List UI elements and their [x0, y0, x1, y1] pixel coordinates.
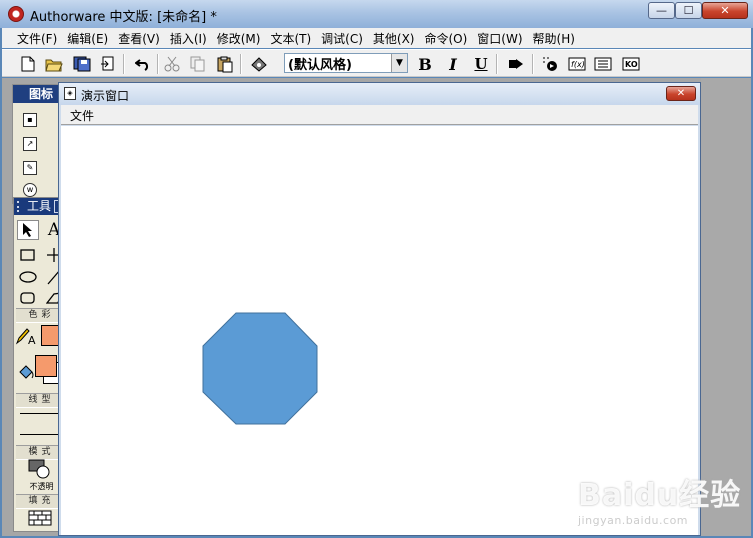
pencil-icon: A [15, 326, 37, 346]
svg-text:A: A [28, 334, 36, 345]
menu-other[interactable]: 其他(X) [368, 30, 420, 47]
menu-view[interactable]: 查看(V) [113, 30, 165, 47]
presentation-close-button[interactable]: ✕ [666, 86, 696, 101]
import-icon[interactable] [98, 54, 118, 74]
paint-bucket-icon [15, 363, 37, 383]
menu-file[interactable]: 文件(F) [12, 30, 62, 47]
menu-edit[interactable]: 编辑(E) [62, 30, 113, 47]
variables-icon[interactable] [593, 54, 613, 74]
octagon-shape[interactable] [202, 312, 318, 425]
ellipse-tool[interactable] [17, 267, 39, 287]
tools-panel-title: 工具 [27, 199, 52, 213]
menu-modify[interactable]: 修改(M) [212, 30, 266, 47]
rectangle-tool[interactable] [17, 245, 39, 265]
workspace-right-area [701, 78, 751, 536]
window-title: Authorware 中文版: [未命名] * [30, 10, 217, 25]
open-icon[interactable] [44, 54, 64, 74]
presentation-title: 演示窗口 [81, 89, 130, 103]
save-all-icon[interactable] [72, 54, 92, 74]
rounded-rectangle-tool[interactable] [17, 288, 39, 308]
svg-text:KO: KO [625, 60, 638, 69]
undo-icon[interactable] [133, 54, 153, 74]
run-icon[interactable] [506, 54, 526, 74]
control-panel-icon[interactable] [540, 54, 560, 74]
toolbar-separator [157, 54, 159, 74]
chevron-down-icon[interactable]: ▼ [391, 54, 407, 72]
menu-debug[interactable]: 调试(C) [316, 30, 368, 47]
opaque-mode-icon[interactable] [28, 459, 52, 479]
knowledge-objects-icon[interactable]: KO [621, 54, 641, 74]
erase-icon[interactable]: ✎ [23, 161, 37, 175]
line-style-current[interactable] [20, 434, 61, 435]
display-icon[interactable]: ▪ [23, 113, 37, 127]
svg-text:f(x): f(x) [571, 60, 585, 69]
toolbar: (默认风格) ▼ B I U f(x) KO [2, 49, 751, 77]
toolbar-separator [123, 54, 125, 74]
copy-icon[interactable] [188, 54, 208, 74]
menu-command[interactable]: 命令(O) [419, 30, 472, 47]
watermark-sub: jingyan.baidu.com [578, 514, 689, 527]
toolbar-separator [240, 54, 242, 74]
pointer-tool[interactable] [17, 220, 39, 240]
authorware-logo-icon [8, 6, 24, 22]
menu-text[interactable]: 文本(T) [265, 30, 316, 47]
menu-window[interactable]: 窗口(W) [472, 30, 527, 47]
icon-palette-title[interactable]: 图标 [13, 85, 59, 103]
presentation-menubar: 文件 [61, 105, 698, 125]
menu-bar: 文件(F) 编辑(E) 查看(V) 插入(I) 修改(M) 文本(T) 调试(C… [2, 28, 751, 48]
style-select-value: (默认风格) [288, 57, 352, 73]
underline-button[interactable]: U [471, 54, 491, 74]
menu-help[interactable]: 帮助(H) [528, 30, 580, 47]
presentation-window: ◈ 演示窗口 ✕ 文件 [58, 82, 701, 536]
line-style-thin[interactable] [20, 413, 61, 414]
bold-button[interactable]: B [415, 54, 435, 74]
paste-icon[interactable] [215, 54, 235, 74]
presentation-menu-file[interactable]: 文件 [70, 107, 94, 124]
presentation-titlebar[interactable]: ◈ 演示窗口 ✕ [59, 83, 700, 105]
baidu-watermark: Baidu经验 jingyan.baidu.com [578, 470, 741, 527]
style-select[interactable]: (默认风格) ▼ [284, 53, 408, 73]
cut-icon[interactable] [162, 54, 182, 74]
menu-insert[interactable]: 插入(I) [165, 30, 212, 47]
drag-handle-icon[interactable] [17, 201, 23, 212]
fill-foreground-swatch[interactable] [35, 355, 57, 377]
app-titlebar[interactable]: Authorware 中文版: [未命名] * — ☐ ✕ [0, 0, 753, 28]
maximize-button[interactable]: ☐ [675, 2, 702, 19]
wait-icon[interactable]: w [23, 183, 37, 197]
new-icon[interactable] [18, 54, 38, 74]
toolbar-separator [532, 54, 534, 74]
watermark-main: Baidu经验 [578, 478, 742, 513]
toolbar-separator [496, 54, 498, 74]
icon-palette: 图标 ▪ ↗ ✎ w [12, 84, 60, 204]
italic-button[interactable]: I [443, 54, 463, 74]
find-icon[interactable] [249, 54, 269, 74]
close-button[interactable]: ✕ [702, 2, 748, 19]
fill-pattern-icon[interactable] [28, 509, 52, 527]
minimize-button[interactable]: — [648, 2, 675, 19]
motion-icon[interactable]: ↗ [23, 137, 37, 151]
functions-icon[interactable]: f(x) [567, 54, 587, 74]
presentation-window-icon: ◈ [64, 87, 76, 100]
